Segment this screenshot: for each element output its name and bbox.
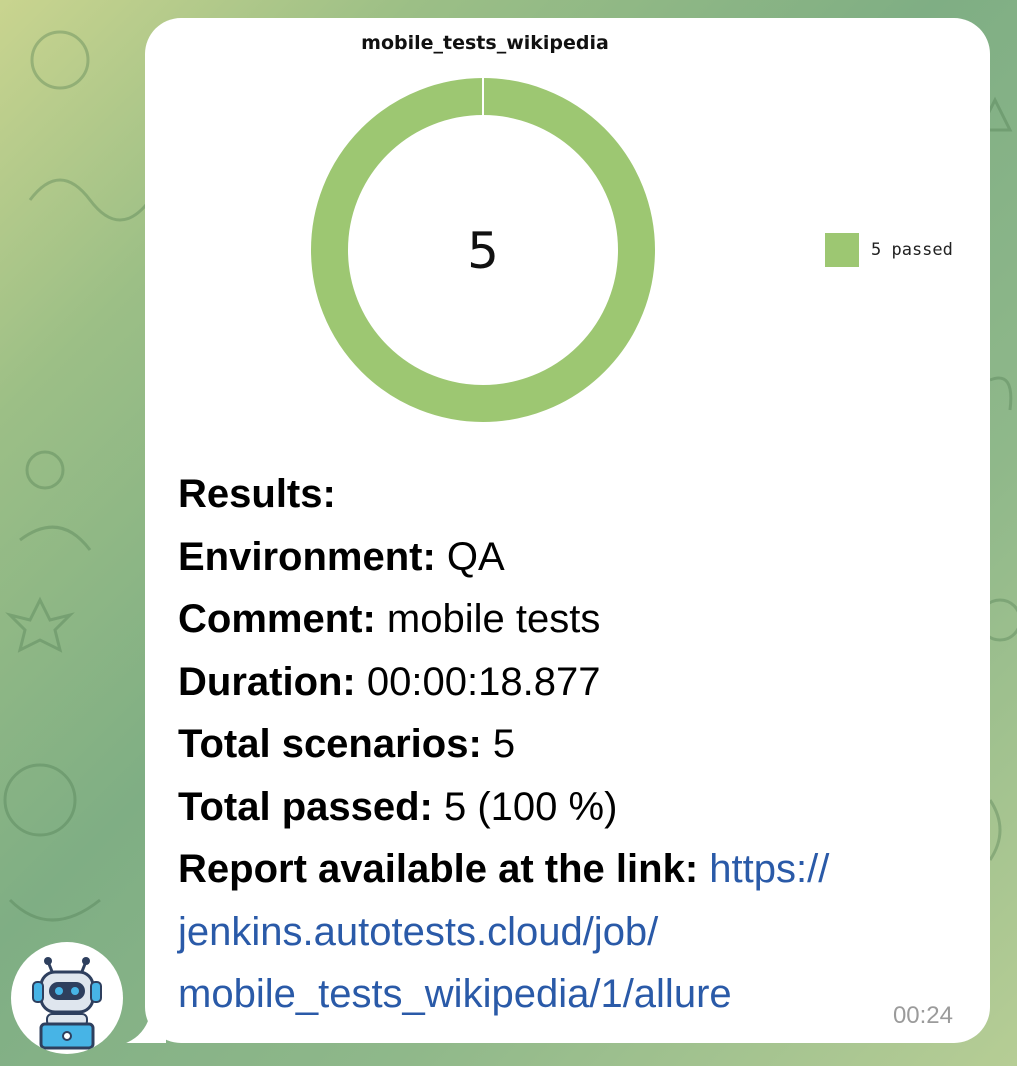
report-line: Report available at the link: https://: [178, 847, 830, 891]
chart-legend: 5 passed: [825, 233, 953, 267]
message-bubble: mobile_tests_wikipedia 5 5 passed Result…: [145, 18, 990, 1043]
legend-label-passed: 5 passed: [871, 240, 953, 260]
bubble-tail: [126, 1006, 166, 1043]
report-link-part-2[interactable]: jenkins.autotests.cloud/job/: [178, 910, 658, 954]
report-link-line-3: mobile_tests_wikipedia/1/allure: [178, 963, 978, 1026]
message-timestamp: 00:24: [892, 1002, 953, 1029]
message-text: Results: Environment: QA Comment: mobile…: [178, 463, 978, 1026]
report-link-part-3[interactable]: mobile_tests_wikipedia/1/allure: [178, 972, 732, 1016]
report-link-part-1[interactable]: https://: [698, 847, 829, 891]
donut-center-label: 5: [467, 222, 499, 280]
legend-swatch-passed: [825, 233, 859, 267]
comment-line: Comment: mobile tests: [178, 597, 601, 641]
total-passed-line: Total passed: 5 (100 %): [178, 784, 618, 829]
environment-line: Environment: QA: [178, 534, 505, 579]
duration-line: Duration: 00:00:18.877: [178, 659, 601, 704]
chart-title: mobile_tests_wikipedia: [361, 32, 609, 54]
total-scenarios-line: Total scenarios: 5: [178, 722, 516, 766]
report-link-line-2: jenkins.autotests.cloud/job/: [178, 901, 978, 964]
donut-chart: 5: [311, 77, 655, 422]
results-heading: Results:: [178, 472, 336, 516]
robot-headset-avatar-icon[interactable]: [11, 942, 123, 1054]
